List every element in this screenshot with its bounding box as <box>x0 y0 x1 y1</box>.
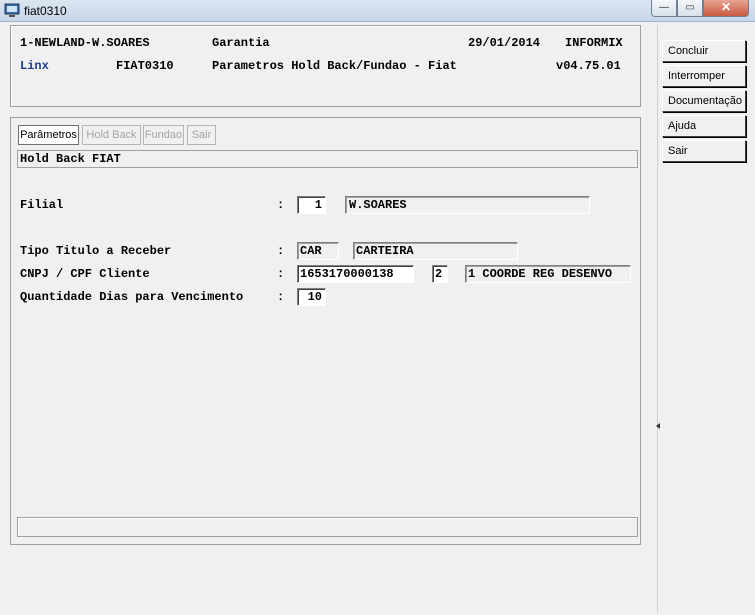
cnpj-suffix-value: 2 <box>435 267 443 281</box>
minimize-button[interactable]: — <box>651 0 677 17</box>
cnpj-colon: : <box>277 267 285 281</box>
program-code: FIAT0310 <box>116 59 174 73</box>
filial-name-field: W.SOARES <box>345 196 590 214</box>
content-panel <box>10 117 641 545</box>
program-description: Parametros Hold Back/Fundao - Fiat <box>212 59 457 73</box>
tab-sair[interactable]: Sair <box>187 125 216 145</box>
module-name: Garantia <box>212 36 270 50</box>
filial-code-input[interactable]: 1 <box>297 196 326 214</box>
filial-code-value: 1 <box>314 198 322 212</box>
cliente-name-value: 1 COORDE REG DESENVO <box>468 267 613 281</box>
tab-fundao[interactable]: Fundao <box>143 125 184 145</box>
tipo-titulo-name-value: CARTEIRA <box>356 244 414 258</box>
status-bar <box>17 517 638 537</box>
cnpj-value: 1653170000138 <box>300 267 394 281</box>
cnpj-label: CNPJ / CPF Cliente <box>20 267 150 281</box>
current-date: 29/01/2014 <box>468 36 541 50</box>
cliente-name-field: 1 COORDE REG DESENVO <box>465 265 631 283</box>
dias-value: 10 <box>307 290 322 304</box>
tipo-titulo-colon: : <box>277 244 285 258</box>
title-bar: fiat0310 — ▭ ✕ <box>0 0 755 22</box>
app-window-icon <box>4 3 20 17</box>
brand-name: Linx <box>20 59 49 73</box>
concluir-button[interactable]: Concluir <box>662 40 746 62</box>
program-version: v04.75.01 <box>556 59 621 73</box>
window-title: fiat0310 <box>24 4 67 18</box>
filial-colon: : <box>277 198 285 212</box>
company-name: 1-NEWLAND-W.SOARES <box>20 36 150 50</box>
close-button[interactable]: ✕ <box>703 0 749 17</box>
tab-parametros[interactable]: Parâmetros <box>18 125 79 145</box>
tipo-titulo-code-field[interactable]: CAR <box>297 242 339 260</box>
ajuda-button[interactable]: Ajuda <box>662 115 746 137</box>
filial-name-value: W.SOARES <box>349 198 407 212</box>
cnpj-input[interactable]: 1653170000138 <box>297 265 414 283</box>
program-header: 1-NEWLAND-W.SOARES Garantia 29/01/2014 I… <box>10 25 641 107</box>
splitter-arrow-icon[interactable] <box>655 422 661 430</box>
tipo-titulo-label: Tipo Titulo a Receber <box>20 244 172 258</box>
section-title: Hold Back FIAT <box>20 152 121 166</box>
section-title-bar: Hold Back FIAT <box>17 150 638 168</box>
dias-input[interactable]: 10 <box>297 288 326 306</box>
cnpj-suffix-input[interactable]: 2 <box>432 265 448 283</box>
side-panel <box>657 25 755 613</box>
interromper-button[interactable]: Interromper <box>662 65 746 87</box>
tab-hold-back[interactable]: Hold Back <box>82 125 141 145</box>
dias-label: Quantidade Dias para Vencimento <box>20 290 244 304</box>
sair-button[interactable]: Sair <box>662 140 746 162</box>
tipo-titulo-code-value: CAR <box>300 244 322 258</box>
dias-colon: : <box>277 290 285 304</box>
database-name: INFORMIX <box>565 36 623 50</box>
maximize-button[interactable]: ▭ <box>677 0 703 17</box>
tipo-titulo-name-field: CARTEIRA <box>353 242 518 260</box>
filial-label: Filial <box>20 198 64 212</box>
documentacao-button[interactable]: Documentação <box>662 90 746 112</box>
